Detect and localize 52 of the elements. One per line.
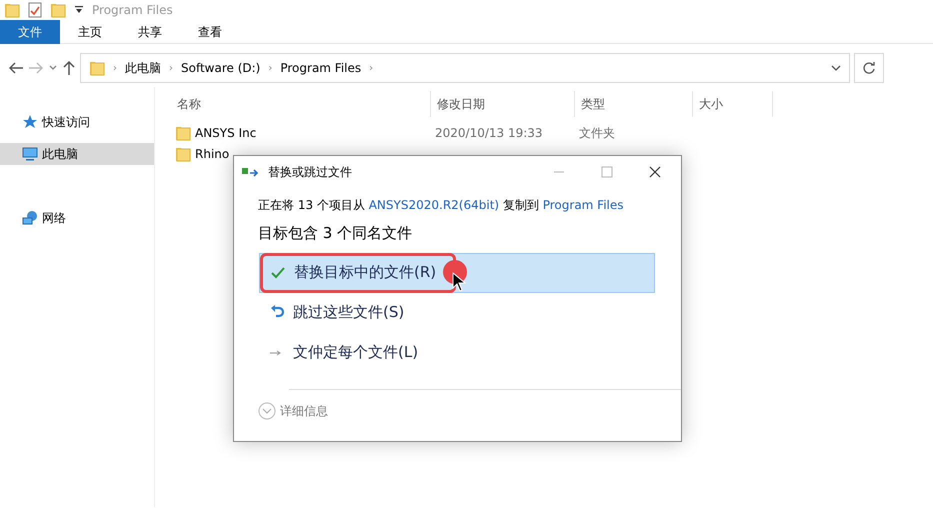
copy-message: 正在将 13 个项目从 ANSYS2020.R2(64bit) 复制到 Program Files [257, 197, 625, 214]
file-name[interactable]: Rhino [195, 144, 230, 162]
details-toggle[interactable]: 详细信息 [234, 402, 681, 420]
ribbon-tab[interactable]: 文件 [0, 20, 60, 44]
column-header[interactable]: 名称 [171, 91, 431, 117]
copy-icon [242, 166, 260, 178]
ribbon-tab[interactable]: 共享 [120, 20, 180, 44]
breadcrumb-separator: › [268, 62, 272, 76]
option-button[interactable]: 跳过这些文件(S) [259, 292, 655, 332]
back-icon[interactable] [8, 61, 24, 75]
close-icon[interactable] [649, 166, 661, 178]
breadcrumb-separator: › [369, 62, 374, 76]
address-bar[interactable]: › 此电脑 › Software (D:) › Program Files › [80, 53, 850, 83]
column-header[interactable]: 大小 [693, 91, 773, 117]
table-cell: 文件夹 [579, 126, 615, 140]
star-icon [22, 114, 38, 130]
folder-icon [4, 2, 20, 18]
breadcrumb[interactable]: 此电脑 [125, 59, 161, 77]
breadcrumb-separator: › [113, 62, 117, 76]
option-button[interactable]: 文仲定每个文件(L) [259, 332, 655, 372]
breadcrumb[interactable]: Program Files [280, 59, 362, 77]
link[interactable]: ANSYS2020.R2(64bit) [368, 198, 500, 212]
expand-icon [258, 402, 276, 420]
breadcrumb-separator: › [169, 62, 173, 76]
dropdown-icon[interactable] [74, 5, 84, 15]
link[interactable]: Program Files [542, 198, 624, 212]
conflict-heading: 目标包含 3 个同名文件 [257, 223, 414, 244]
ribbon-tab[interactable]: 主页 [60, 20, 120, 44]
file-name[interactable]: ANSYS Inc [195, 124, 256, 142]
check-icon [270, 264, 286, 280]
dialog-title: 替换或跳过文件 [268, 164, 352, 181]
network-icon [22, 210, 38, 226]
ribbon-tab[interactable]: 查看 [180, 20, 240, 44]
chevron-down-icon[interactable] [831, 63, 841, 73]
folder-icon [50, 2, 66, 18]
computer-icon [22, 146, 38, 162]
cursor-icon [452, 272, 466, 292]
column-header[interactable]: 修改日期 [431, 91, 575, 117]
sidebar-item[interactable]: 网络 [0, 207, 154, 229]
properties-icon[interactable] [28, 2, 42, 18]
column-header[interactable]: 类型 [575, 91, 693, 117]
sidebar-item[interactable]: 快速访问 [0, 111, 154, 133]
window-title: Program Files [92, 2, 173, 19]
folder-icon [175, 146, 191, 162]
folder-icon [89, 60, 105, 76]
option-button[interactable]: 替换目标中的文件(R) [259, 252, 655, 292]
folder-icon [175, 124, 191, 140]
breadcrumb[interactable]: Software (D:) [181, 59, 260, 77]
table-cell: 2020/10/13 19:33 [435, 126, 543, 140]
up-icon[interactable] [62, 60, 76, 76]
refresh-icon[interactable] [862, 61, 876, 75]
sidebar-item[interactable]: 此电脑 [0, 143, 154, 165]
